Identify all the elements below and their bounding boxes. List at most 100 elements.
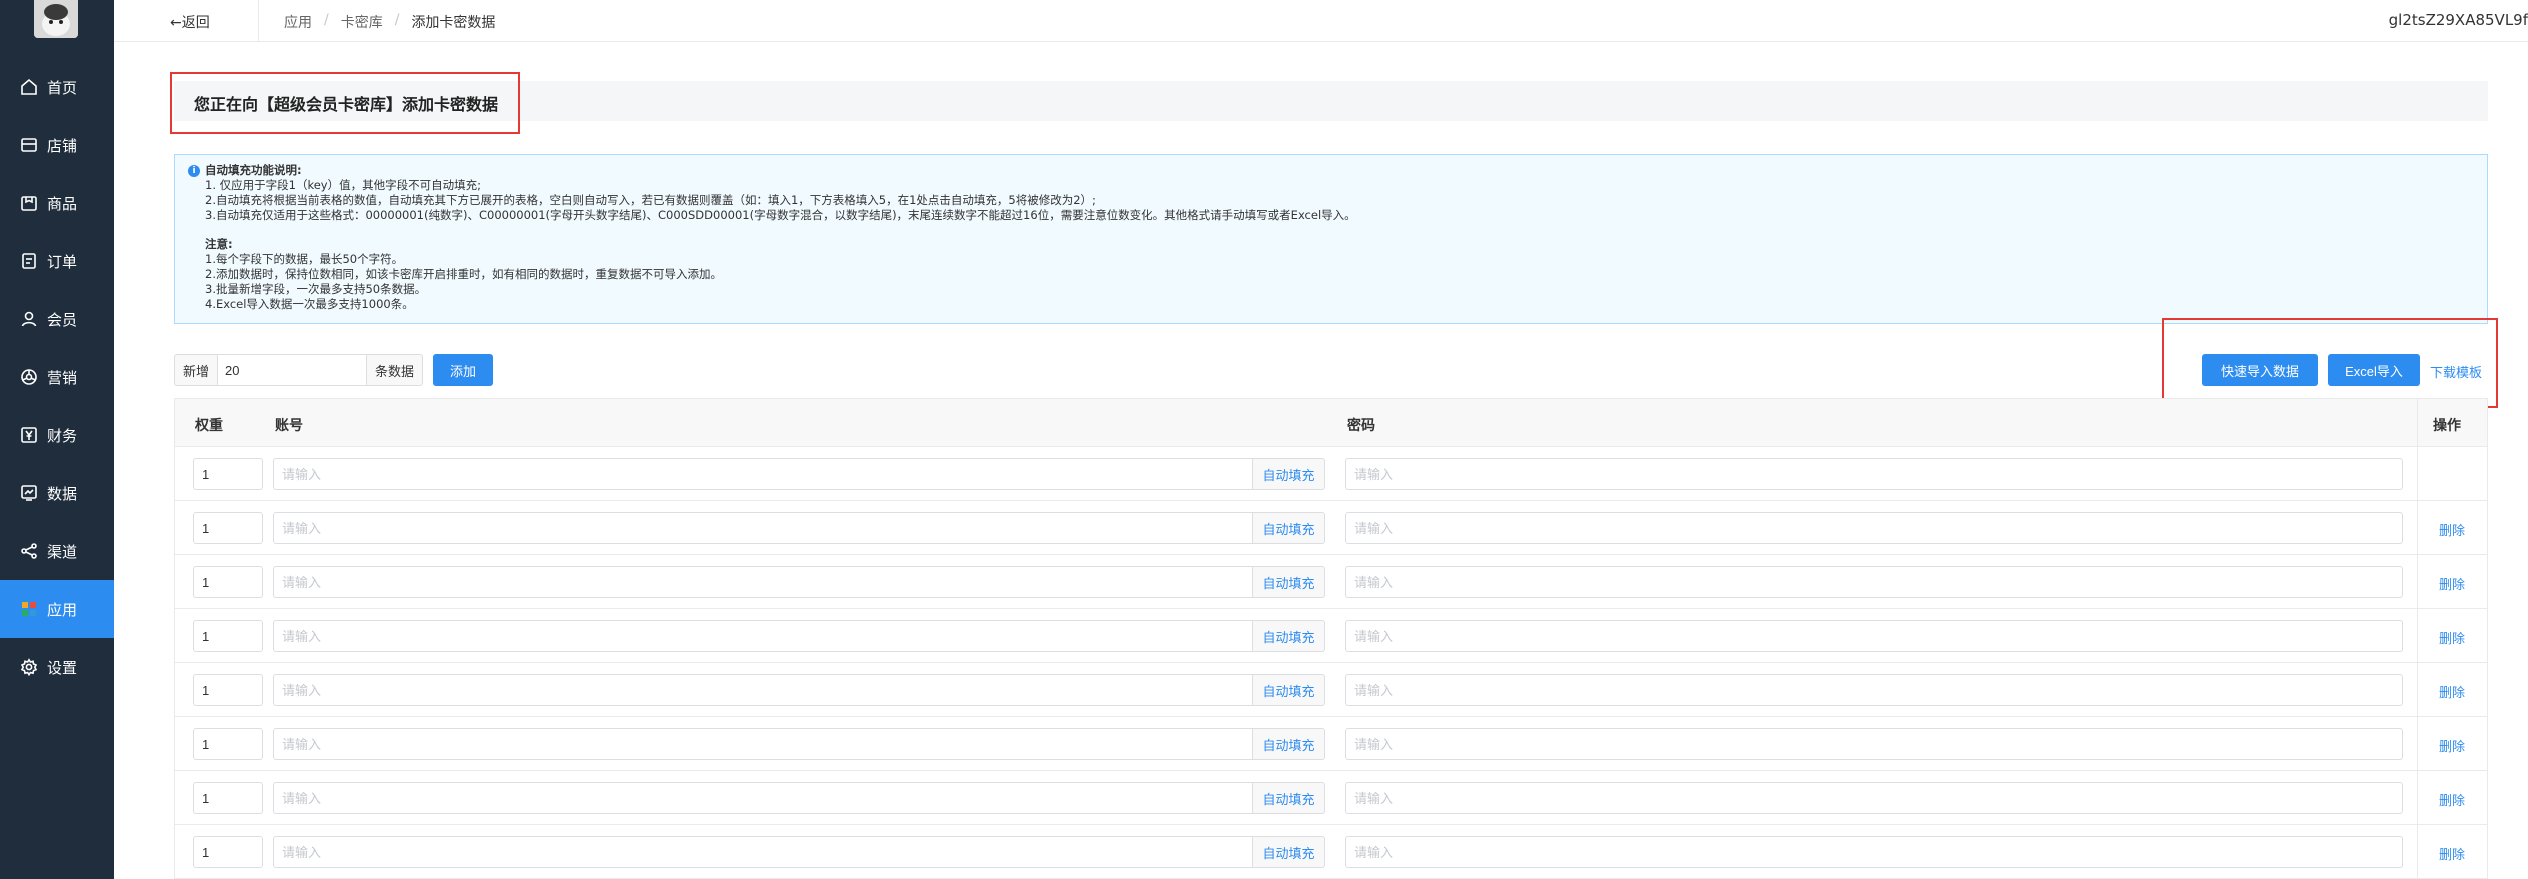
back-link[interactable]: ←返回 (170, 12, 210, 32)
table-row: 自动填充 删除 (175, 771, 2487, 825)
notice-note: 3.批量新增字段，一次最多支持50条数据。 (205, 282, 427, 296)
breadcrumb-item-current: 添加卡密数据 (411, 15, 496, 31)
autofill-button[interactable]: 自动填充 (1253, 566, 1325, 598)
data-icon (20, 484, 38, 502)
sidebar-item-3[interactable]: 商品 (0, 174, 114, 232)
password-input[interactable] (1345, 782, 2403, 814)
weight-input[interactable] (193, 458, 263, 490)
add-count-input[interactable] (217, 354, 368, 386)
password-input[interactable] (1345, 620, 2403, 652)
highlight-box-title (170, 72, 520, 134)
page-title-bar: 您正在向【超级会员卡密库】添加卡密数据 (174, 81, 2488, 121)
sidebar-item-label: 营销 (47, 368, 78, 387)
account-input[interactable] (273, 836, 1253, 868)
sidebar-item-label: 应用 (47, 600, 78, 619)
delete-row-link[interactable]: 删除 (2439, 844, 2465, 863)
add-button[interactable]: 添加 (433, 354, 494, 386)
breadcrumb-separator: / (324, 12, 329, 28)
weight-input[interactable] (193, 836, 263, 868)
sidebar-item-11[interactable]: 设置 (0, 638, 114, 696)
sidebar-item-4[interactable]: 订单 (0, 232, 114, 290)
sidebar-item-label: 订单 (47, 252, 78, 271)
apps-grid-icon (20, 600, 38, 618)
header-operation: 操作 (2433, 418, 2461, 434)
breadcrumb-separator: / (394, 12, 400, 28)
weight-input[interactable] (193, 566, 263, 598)
table-row: 自动填充 删除 (175, 555, 2487, 609)
password-input[interactable] (1345, 566, 2403, 598)
account-input[interactable] (273, 728, 1253, 760)
user-menu[interactable]: gl2tsZ29XA85VL9f (2389, 11, 2528, 29)
delete-row-link[interactable]: 删除 (2439, 682, 2465, 701)
notice-note: 2.添加数据时，保持位数相同，如该卡密库开启排重时，如有相同的数据时，重复数据不… (205, 267, 722, 281)
account-input[interactable] (273, 512, 1253, 544)
sidebar-item-8[interactable]: 数据 (0, 464, 114, 522)
sidebar-item-9[interactable]: 渠道 (0, 522, 114, 580)
sidebar-item-10[interactable]: 应用 (0, 580, 114, 638)
header-password: 密码 (1347, 418, 1375, 434)
account-input[interactable] (273, 620, 1253, 652)
breadcrumb-item-apps[interactable]: 应用 (284, 12, 312, 32)
header-weight: 权重 (195, 418, 223, 434)
table-row: 自动填充 (175, 447, 2487, 501)
main-content: 您正在向【超级会员卡密库】添加卡密数据 i 自动填充功能说明: 1. 仅应用于字… (114, 42, 2528, 879)
sidebar-item-label: 商品 (47, 194, 78, 213)
account-input[interactable] (273, 782, 1253, 814)
password-input[interactable] (1345, 512, 2403, 544)
notice-line: 1. 仅应用于字段1（key）值，其他字段不可自动填充; (205, 178, 481, 192)
password-input[interactable] (1345, 458, 2403, 490)
delete-row-link[interactable]: 删除 (2439, 736, 2465, 755)
table-row: 自动填充 删除 (175, 609, 2487, 663)
delete-row-link[interactable]: 删除 (2439, 574, 2465, 593)
weight-input[interactable] (193, 620, 263, 652)
info-icon: i (188, 165, 200, 177)
autofill-button[interactable]: 自动填充 (1253, 782, 1325, 814)
sidebar-item-label: 设置 (47, 658, 78, 677)
table-row: 自动填充 删除 (175, 663, 2487, 717)
autofill-button[interactable]: 自动填充 (1253, 674, 1325, 706)
weight-input[interactable] (193, 512, 263, 544)
password-input[interactable] (1345, 728, 2403, 760)
autofill-button[interactable]: 自动填充 (1253, 458, 1325, 490)
breadcrumb-item-card-library[interactable]: 卡密库 (341, 12, 383, 32)
avatar[interactable] (34, 0, 78, 38)
delete-row-link[interactable]: 删除 (2439, 520, 2465, 539)
sidebar-item-6[interactable]: 营销 (0, 348, 114, 406)
notice-note: 4.Excel导入数据一次最多支持1000条。 (205, 297, 414, 311)
password-input[interactable] (1345, 674, 2403, 706)
order-icon (20, 252, 38, 270)
sidebar-item-label: 渠道 (47, 542, 78, 561)
delete-row-link[interactable]: 删除 (2439, 790, 2465, 809)
user-icon (20, 310, 38, 328)
sidebar-item-2[interactable]: 店铺 (0, 116, 114, 174)
top-bar: ←返回 应用 / 卡密库 / 添加卡密数据 gl2tsZ29XA85VL9f (114, 0, 2528, 42)
add-count-suffix: 条数据 (367, 354, 424, 386)
account-input[interactable] (273, 458, 1253, 490)
weight-input[interactable] (193, 728, 263, 760)
notice-line: 2.自动填充将根据当前表格的数值，自动填充其下方已展开的表格，空白则自动写入，若… (205, 193, 1096, 207)
delete-row-link[interactable]: 删除 (2439, 628, 2465, 647)
account-input[interactable] (273, 674, 1253, 706)
breadcrumb: 应用 / 卡密库 / 添加卡密数据 (284, 12, 495, 32)
autofill-button[interactable]: 自动填充 (1253, 620, 1325, 652)
sidebar-item-label: 首页 (47, 78, 78, 97)
add-rows-bar: 新增 条数据 添加 (174, 354, 494, 386)
weight-input[interactable] (193, 782, 263, 814)
account-input[interactable] (273, 566, 1253, 598)
sidebar-item-7[interactable]: 财务 (0, 406, 114, 464)
goods-icon (20, 194, 38, 212)
autofill-button[interactable]: 自动填充 (1253, 512, 1325, 544)
card-data-table: 权重 账号 密码 操作 自动填充自动填充删除自动填充删除自动填充删除自动填充删除… (174, 398, 2488, 879)
notice-heading: 自动填充功能说明: (205, 163, 302, 177)
store-icon (20, 136, 38, 154)
gear-icon (20, 658, 38, 676)
sidebar-item-5[interactable]: 会员 (0, 290, 114, 348)
autofill-button[interactable]: 自动填充 (1253, 836, 1325, 868)
weight-input[interactable] (193, 674, 263, 706)
yen-icon (20, 426, 38, 444)
add-count-prefix: 新增 (174, 354, 218, 386)
autofill-notice: i 自动填充功能说明: 1. 仅应用于字段1（key）值，其他字段不可自动填充;… (174, 154, 2488, 324)
autofill-button[interactable]: 自动填充 (1253, 728, 1325, 760)
sidebar-item-1[interactable]: 首页 (0, 58, 114, 116)
password-input[interactable] (1345, 836, 2403, 868)
